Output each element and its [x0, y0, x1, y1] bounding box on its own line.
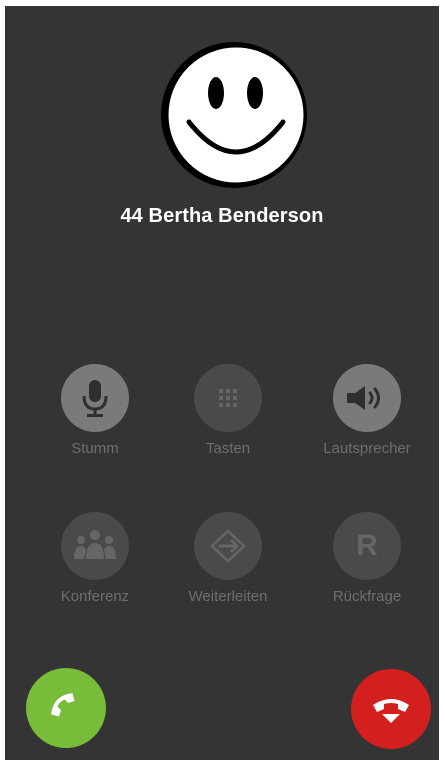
mute-control[interactable]: Stumm [35, 364, 155, 457]
keypad-label: Tasten [205, 440, 251, 457]
keypad-control[interactable]: Tasten [168, 364, 288, 457]
smiley-face-icon [165, 44, 307, 186]
hangup-button[interactable] [351, 669, 431, 749]
transfer-label: Weiterleiten [188, 588, 268, 605]
transfer-button[interactable] [194, 512, 262, 580]
consultation-icon: R [356, 529, 378, 562]
speaker-label: Lautsprecher [323, 440, 411, 457]
consultation-control[interactable]: R Rückfrage [307, 512, 427, 605]
speaker-button[interactable] [333, 364, 401, 432]
speaker-icon [347, 386, 380, 410]
caller-name: 44 Bertha Benderson [120, 205, 324, 227]
transfer-icon [210, 529, 246, 563]
call-screen: 44 Bertha Benderson Stumm Tasten Lautspr… [5, 6, 439, 760]
mute-label: Stumm [71, 440, 119, 457]
conference-label: Konferenz [60, 588, 130, 605]
consultation-label: Rückfrage [332, 588, 402, 605]
microphone-icon [82, 380, 108, 417]
hangup-icon [373, 699, 409, 723]
transfer-control[interactable]: Weiterleiten [168, 512, 288, 605]
conference-icon [74, 530, 116, 559]
mute-button[interactable] [61, 364, 129, 432]
conference-control[interactable]: Konferenz [35, 512, 155, 605]
accept-call-icon [51, 693, 75, 717]
conference-button[interactable] [61, 512, 129, 580]
keypad-button[interactable] [194, 364, 262, 432]
avatar [161, 42, 307, 188]
consultation-button[interactable]: R [333, 512, 401, 580]
accept-call-button[interactable] [26, 668, 106, 748]
keypad-icon [219, 389, 237, 407]
speaker-control[interactable]: Lautsprecher [307, 364, 427, 457]
